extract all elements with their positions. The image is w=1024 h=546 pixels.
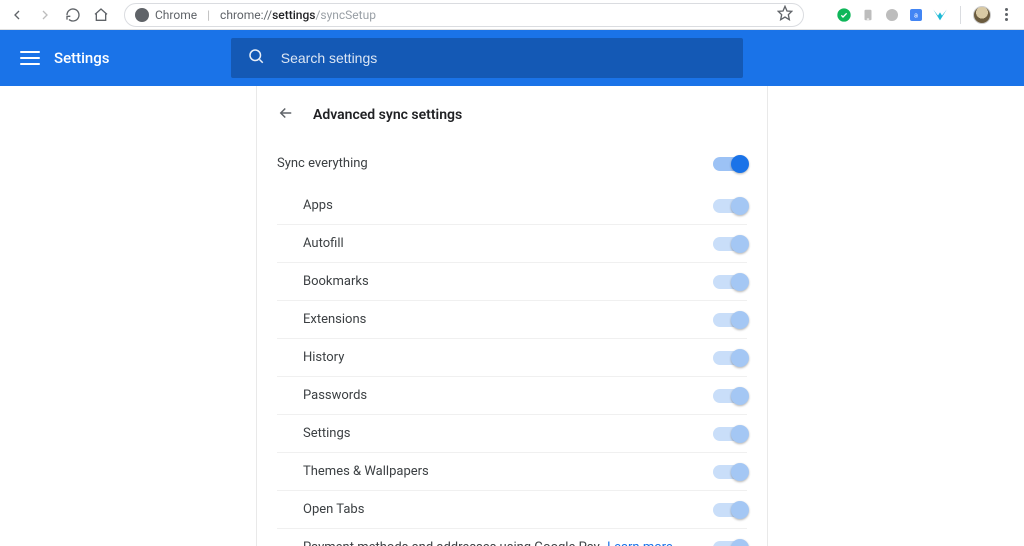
sync-item-payments: Payment methods and addresses using Goog… xyxy=(277,528,747,546)
nav-home-button[interactable] xyxy=(90,4,112,26)
sync-item-toggle[interactable] xyxy=(713,389,747,403)
omnibox[interactable]: Chrome | chrome://settings/syncSetup xyxy=(124,3,804,27)
hamburger-menu-button[interactable] xyxy=(20,51,40,65)
nav-reload-button[interactable] xyxy=(62,4,84,26)
sync-item-apps: Apps xyxy=(277,187,747,224)
sync-item-toggle[interactable] xyxy=(713,503,747,517)
extension-icon-2[interactable] xyxy=(860,7,876,23)
learn-more-link[interactable]: Learn more xyxy=(607,540,673,546)
sync-item-toggle[interactable] xyxy=(713,199,747,213)
omnibox-url: chrome://settings/syncSetup xyxy=(220,8,376,22)
sync-items-list: Apps Autofill Bookmarks Extensions Histo… xyxy=(257,187,767,546)
viewport[interactable]: Settings Advanced sync settings Sync eve… xyxy=(0,30,1024,546)
sync-item-themes: Themes & Wallpapers xyxy=(277,452,747,490)
sync-item-label: Apps xyxy=(303,198,713,213)
settings-header: Settings xyxy=(0,30,1024,86)
sync-item-autofill: Autofill xyxy=(277,224,747,262)
sync-item-label: History xyxy=(303,350,713,365)
sync-item-toggle[interactable] xyxy=(713,351,747,365)
sync-everything-toggle[interactable] xyxy=(713,157,747,171)
sync-item-toggle[interactable] xyxy=(713,541,747,546)
svg-text:a: a xyxy=(914,10,918,19)
sync-item-label: Passwords xyxy=(303,388,713,403)
sync-item-label: Extensions xyxy=(303,312,713,327)
omnibox-app-label: Chrome xyxy=(155,8,197,22)
sync-everything-row: Sync everything xyxy=(257,140,767,187)
card-title: Advanced sync settings xyxy=(313,107,462,123)
sync-item-open-tabs: Open Tabs xyxy=(277,490,747,528)
extension-icon-5[interactable] xyxy=(932,7,948,23)
sync-item-toggle[interactable] xyxy=(713,313,747,327)
chrome-menu-button[interactable] xyxy=(999,6,1014,23)
search-icon xyxy=(247,47,265,69)
sync-item-label: Settings xyxy=(303,426,713,441)
sync-item-bookmarks: Bookmarks xyxy=(277,262,747,300)
settings-search-input[interactable] xyxy=(281,50,727,66)
settings-search[interactable] xyxy=(231,38,743,78)
sync-item-extensions: Extensions xyxy=(277,300,747,338)
extension-icon-1[interactable] xyxy=(836,7,852,23)
sync-item-toggle[interactable] xyxy=(713,465,747,479)
sync-item-label: Themes & Wallpapers xyxy=(303,464,713,479)
sync-item-passwords: Passwords xyxy=(277,376,747,414)
sync-item-toggle[interactable] xyxy=(713,275,747,289)
nav-forward-button[interactable] xyxy=(34,4,56,26)
back-arrow-button[interactable] xyxy=(277,104,295,126)
profile-avatar[interactable] xyxy=(973,6,991,24)
bookmark-star-icon[interactable] xyxy=(777,5,793,24)
tray-separator xyxy=(960,6,961,24)
sync-item-history: History xyxy=(277,338,747,376)
sync-item-toggle[interactable] xyxy=(713,427,747,441)
settings-body: Advanced sync settings Sync everything A… xyxy=(0,86,1024,546)
sync-settings-card: Advanced sync settings Sync everything A… xyxy=(256,86,768,546)
browser-chrome-bar: Chrome | chrome://settings/syncSetup a xyxy=(0,0,1024,30)
nav-back-button[interactable] xyxy=(6,4,28,26)
sync-everything-label: Sync everything xyxy=(277,156,713,171)
sync-item-label: Autofill xyxy=(303,236,713,251)
settings-title: Settings xyxy=(54,49,110,67)
extension-tray: a xyxy=(836,6,1018,24)
extension-icon-4[interactable]: a xyxy=(908,7,924,23)
sync-item-label: Bookmarks xyxy=(303,274,713,289)
sync-item-toggle[interactable] xyxy=(713,237,747,251)
omnibox-separator: | xyxy=(207,8,210,22)
sync-item-settings: Settings xyxy=(277,414,747,452)
sync-item-label: Payment methods and addresses using Goog… xyxy=(303,540,713,546)
sync-item-label: Open Tabs xyxy=(303,502,713,517)
site-info-icon[interactable] xyxy=(135,8,149,22)
extension-icon-3[interactable] xyxy=(884,7,900,23)
